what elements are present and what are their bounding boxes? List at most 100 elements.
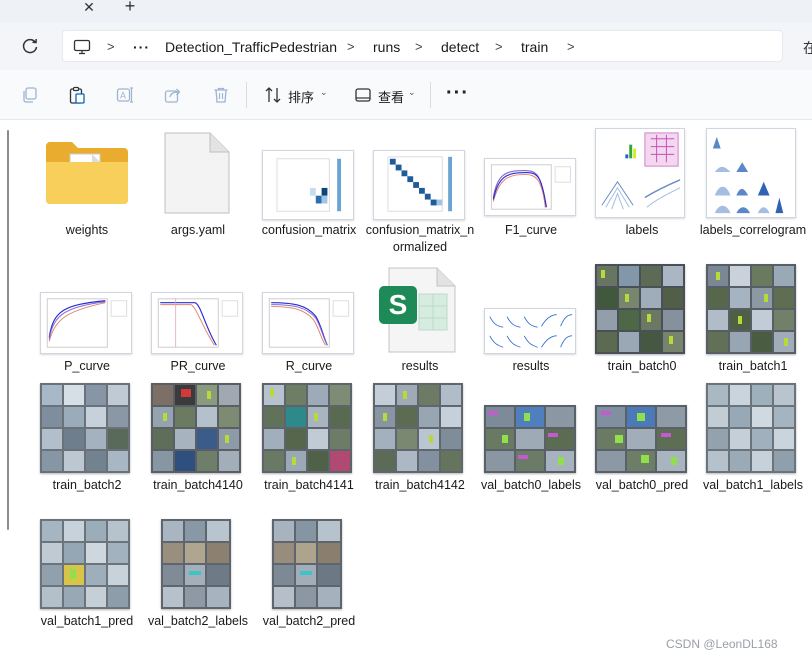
- sort-icon[interactable]: [264, 86, 282, 104]
- breadcrumb-overflow[interactable]: ···: [133, 39, 150, 55]
- sort-button[interactable]: 排序: [288, 87, 314, 106]
- folder-icon: [46, 142, 128, 204]
- file-item[interactable]: confusion_matrix_normalized: [365, 128, 475, 258]
- file-name: val_batch0_labels: [480, 478, 582, 492]
- file-item[interactable]: val_batch0_pred: [587, 381, 697, 511]
- file-item[interactable]: val_batch2_labels: [143, 517, 253, 647]
- file-name: train_batch1: [718, 359, 788, 373]
- labels-thumbnail: [595, 128, 685, 218]
- file-name: results: [401, 359, 439, 373]
- chevron-down-icon[interactable]: ⌄: [320, 87, 328, 98]
- file-name: train_batch4142: [375, 478, 465, 492]
- results-plot-thumbnail: [484, 308, 576, 354]
- train-batch1-thumbnail: [706, 264, 796, 354]
- view-button[interactable]: 查看: [378, 87, 404, 106]
- watermark: CSDN @LeonDL168: [666, 637, 778, 651]
- search-box-edge[interactable]: 在: [803, 38, 812, 58]
- breadcrumb-item[interactable]: detect: [441, 39, 479, 55]
- toolbar-separator: [430, 82, 431, 108]
- val-batch0-labels-thumbnail: [484, 405, 576, 473]
- paste-icon[interactable]: [68, 86, 86, 104]
- svg-text:A: A: [120, 91, 126, 101]
- chevron-right-icon[interactable]: >: [415, 39, 423, 54]
- train-batch4141-thumbnail: [262, 383, 352, 473]
- file-item[interactable]: train_batch1: [698, 262, 808, 373]
- file-name: val_batch2_labels: [147, 614, 249, 628]
- address-bar[interactable]: > ··· Detection_TrafficPedestrian > runs…: [62, 30, 783, 62]
- file-item[interactable]: train_batch4141: [254, 381, 364, 492]
- new-tab-icon[interactable]: +: [121, 0, 139, 16]
- file-item[interactable]: val_batch0_labels: [476, 381, 586, 511]
- confusion-matrix-thumbnail: [262, 150, 354, 220]
- val-batch2-labels-thumbnail: [161, 519, 231, 609]
- file-name: train_batch4140: [153, 478, 243, 492]
- navigation-bar: > ··· Detection_TrafficPedestrian > runs…: [0, 22, 812, 70]
- val-batch2-pred-thumbnail: [272, 519, 342, 609]
- file-name: val_batch1_labels: [702, 478, 804, 492]
- file-item[interactable]: labels_correlogram: [698, 128, 808, 258]
- spreadsheet-icon: S: [379, 267, 456, 353]
- close-tab-icon[interactable]: ✕: [80, 0, 98, 16]
- file-item[interactable]: R_curve: [254, 262, 364, 373]
- chevron-right-icon[interactable]: >: [495, 39, 503, 54]
- val-batch0-pred-thumbnail: [595, 405, 687, 473]
- file-name: labels_correlogram: [699, 223, 807, 237]
- more-options-button[interactable]: ···: [446, 82, 469, 105]
- file-item[interactable]: train_batch4140: [143, 381, 253, 492]
- file-item[interactable]: val_batch2_pred: [254, 517, 364, 647]
- file-item[interactable]: args.yaml: [143, 128, 253, 238]
- file-item[interactable]: results: [476, 262, 586, 373]
- file-name: P_curve: [64, 359, 110, 373]
- chevron-right-icon[interactable]: >: [107, 39, 115, 54]
- file-name: train_batch2: [52, 478, 122, 492]
- chevron-right-icon[interactable]: >: [347, 39, 355, 54]
- file-name: results: [512, 359, 550, 373]
- file-item[interactable]: P_curve: [32, 262, 142, 373]
- file-name: confusion_matrix: [261, 223, 357, 237]
- val-batch1-pred-thumbnail: [40, 519, 130, 609]
- file-name: confusion_matrix_normalized: [365, 223, 475, 254]
- f1-curve-thumbnail: [484, 158, 576, 216]
- command-bar: A 排序 ⌄ 查看 ⌄ ···: [0, 70, 812, 120]
- file-name: F1_curve: [504, 223, 558, 237]
- copy-icon[interactable]: [21, 86, 39, 104]
- chevron-right-icon[interactable]: >: [567, 39, 575, 54]
- file-name: weights: [65, 223, 109, 237]
- file-item[interactable]: weights: [32, 128, 142, 238]
- breadcrumb-item[interactable]: Detection_TrafficPedestrian: [165, 39, 337, 55]
- file-item[interactable]: train_batch4142: [365, 381, 475, 492]
- chevron-down-icon[interactable]: ⌄: [408, 87, 416, 98]
- file-item[interactable]: train_batch0: [587, 262, 697, 373]
- view-icon[interactable]: [354, 86, 372, 104]
- file-name: val_batch1_pred: [40, 614, 134, 628]
- file-item[interactable]: S results: [365, 262, 475, 373]
- breadcrumb-item[interactable]: runs: [373, 39, 400, 55]
- breadcrumb-item[interactable]: train: [521, 39, 548, 55]
- file-item[interactable]: labels: [587, 128, 697, 238]
- file-item[interactable]: PR_curve: [143, 262, 253, 373]
- file-name: val_batch0_pred: [595, 478, 689, 492]
- train-batch2-thumbnail: [40, 383, 130, 473]
- file-item[interactable]: val_batch1_pred: [32, 517, 142, 647]
- share-icon[interactable]: [164, 86, 182, 104]
- rename-icon[interactable]: A: [116, 86, 134, 104]
- file-name: val_batch2_pred: [262, 614, 356, 628]
- file-name: PR_curve: [170, 359, 226, 373]
- scrollbar[interactable]: [7, 130, 9, 530]
- train-batch4140-thumbnail: [151, 383, 241, 473]
- this-pc-icon[interactable]: [73, 39, 91, 55]
- r-curve-thumbnail: [262, 292, 354, 354]
- file-name: train_batch4141: [264, 478, 354, 492]
- svg-text:S: S: [389, 289, 408, 320]
- confusion-matrix-normalized-thumbnail: [373, 150, 465, 220]
- file-name: R_curve: [285, 359, 333, 373]
- toolbar-separator: [246, 82, 247, 108]
- refresh-icon[interactable]: [20, 36, 40, 56]
- file-item[interactable]: confusion_matrix: [254, 128, 364, 258]
- file-item[interactable]: F1_curve: [476, 128, 586, 238]
- delete-icon[interactable]: [212, 86, 230, 104]
- p-curve-thumbnail: [40, 292, 132, 354]
- file-item[interactable]: train_batch2: [32, 381, 142, 492]
- file-item[interactable]: val_batch1_labels: [698, 381, 808, 511]
- train-batch4142-thumbnail: [373, 383, 463, 473]
